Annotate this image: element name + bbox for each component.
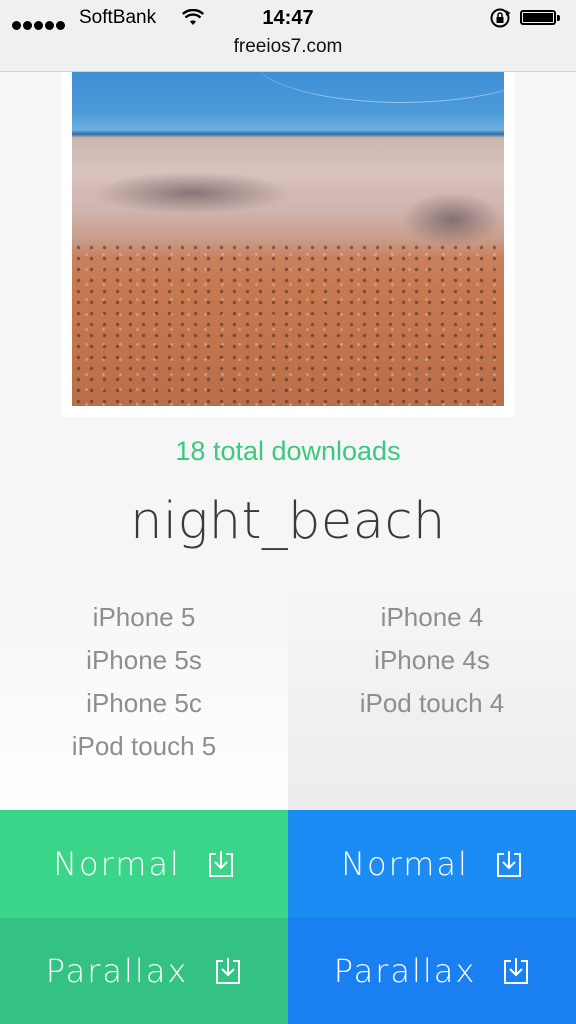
device-item: iPod touch 5 [71,731,217,761]
device-item: iPhone 4s [374,645,490,675]
beach-photo [72,72,504,406]
device-item: iPod touch 4 [359,688,505,718]
download-icon [504,958,529,984]
device-list-left: iPhone 5 iPhone 5s iPhone 5c iPod touch … [0,585,288,810]
url-bar[interactable]: freeios7.com [0,36,576,58]
download-normal-new-devices-button[interactable]: Normal [0,810,288,918]
download-parallax-old-devices-button[interactable]: Parallax [288,918,576,1024]
button-label: Normal [53,845,181,883]
download-normal-old-devices-button[interactable]: Normal [288,810,576,918]
rotation-lock-icon [489,7,511,34]
device-item: iPhone 5s [86,645,202,675]
button-label: Parallax [45,952,189,990]
wallpaper-preview[interactable] [61,72,515,417]
button-label: Normal [341,845,469,883]
device-item: iPhone 4 [380,602,484,632]
battery-icon [520,10,560,25]
device-item: iPhone 5 [92,602,196,632]
status-bar: SoftBank 14:47 freeios7.com [0,0,576,72]
download-icon [208,851,233,877]
download-icon [216,958,241,984]
wallpaper-title: night_beach [130,492,446,551]
device-item: iPhone 5c [86,688,202,718]
device-list-right: iPhone 4 iPhone 4s iPod touch 4 [288,585,576,810]
download-icon [496,851,521,877]
downloads-count: 18 total downloads [175,436,401,466]
button-label: Parallax [333,952,477,990]
download-parallax-new-devices-button[interactable]: Parallax [0,918,288,1024]
